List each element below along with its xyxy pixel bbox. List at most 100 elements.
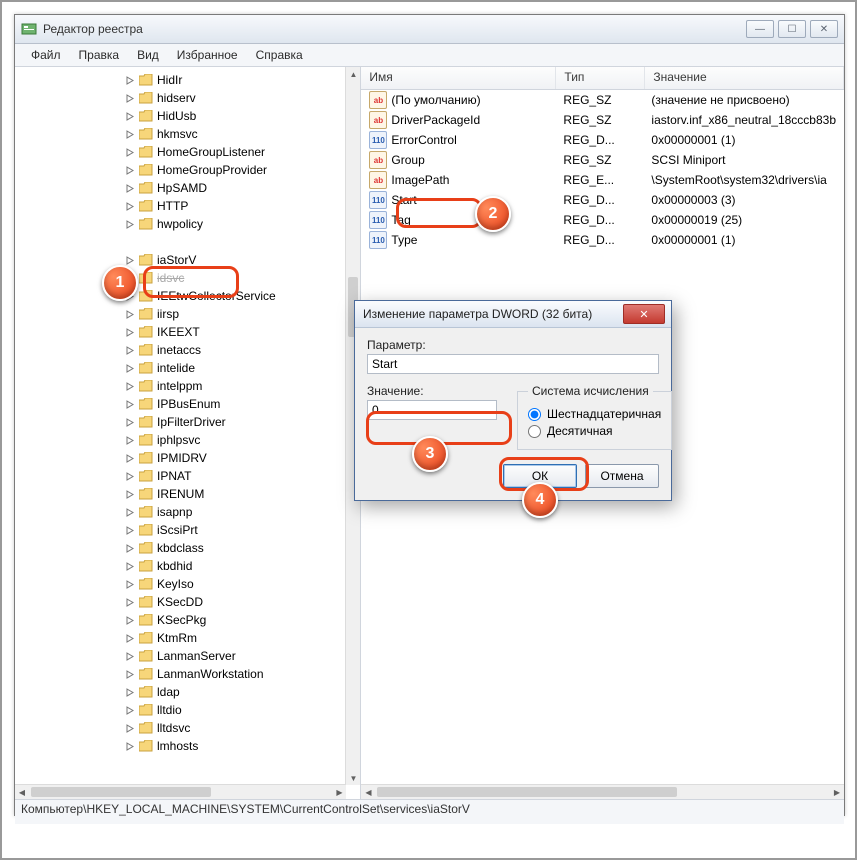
tree-item-homegrouplistener[interactable]: HomeGroupListener (39, 143, 346, 161)
expander-icon[interactable] (125, 201, 135, 211)
cancel-button[interactable]: Отмена (585, 464, 659, 488)
radix-hex-radio[interactable] (528, 408, 541, 421)
tree-item-intelide[interactable]: intelide (39, 359, 346, 377)
expander-icon[interactable] (125, 507, 135, 517)
tree-item-lltdsvc[interactable]: lltdsvc (39, 719, 346, 737)
tree-item-iphlpsvc[interactable]: iphlpsvc (39, 431, 346, 449)
expander-icon[interactable] (125, 255, 135, 265)
minimize-button[interactable]: — (746, 20, 774, 38)
radix-hex[interactable]: Шестнадцатеричная (528, 407, 661, 421)
menu-favorites[interactable]: Избранное (169, 46, 246, 64)
expander-icon[interactable] (125, 435, 135, 445)
tree-item-ieetwcollectorservice[interactable]: IEEtwCollectorService (39, 287, 346, 305)
expander-icon[interactable] (125, 669, 135, 679)
expander-icon[interactable] (125, 147, 135, 157)
tree-item-irenum[interactable]: IRENUM (39, 485, 346, 503)
expander-icon[interactable] (125, 723, 135, 733)
expander-icon[interactable] (125, 471, 135, 481)
expander-icon[interactable] (125, 525, 135, 535)
expander-icon[interactable] (125, 129, 135, 139)
list-row[interactable]: abDriverPackageIdREG_SZiastorv.inf_x86_n… (361, 110, 844, 130)
tree-item-ipmidrv[interactable]: IPMIDRV (39, 449, 346, 467)
value-input[interactable] (367, 400, 497, 420)
tree-item-ksecdd[interactable]: KSecDD (39, 593, 346, 611)
expander-icon[interactable] (125, 345, 135, 355)
menu-view[interactable]: Вид (129, 46, 167, 64)
list-row[interactable]: abImagePathREG_E...\SystemRoot\system32\… (361, 170, 844, 190)
tree-item-hidusb[interactable]: HidUsb (39, 107, 346, 125)
tree-item-ipfilterdriver[interactable]: IpFilterDriver (39, 413, 346, 431)
tree-item-homegroupprovider[interactable]: HomeGroupProvider (39, 161, 346, 179)
dialog-title-bar[interactable]: Изменение параметра DWORD (32 бита) ✕ (355, 301, 671, 328)
edit-dword-dialog[interactable]: Изменение параметра DWORD (32 бита) ✕ Па… (354, 300, 672, 501)
tree-item-ktmrm[interactable]: KtmRm (39, 629, 346, 647)
tree-item-lltdio[interactable]: lltdio (39, 701, 346, 719)
col-type[interactable]: Тип (556, 67, 645, 89)
tree-item-hpsamd[interactable]: HpSAMD (39, 179, 346, 197)
tree-item-inetaccs[interactable]: inetaccs (39, 341, 346, 359)
tree-item-lanmanserver[interactable]: LanmanServer (39, 647, 346, 665)
list-row[interactable]: 110TypeREG_D...0x00000001 (1) (361, 230, 844, 250)
expander-icon[interactable] (125, 651, 135, 661)
list-scrollbar-h[interactable]: ◀ ▶ (361, 784, 844, 799)
tree-item-kbdhid[interactable]: kbdhid (39, 557, 346, 575)
tree-item-keyiso[interactable]: KeyIso (39, 575, 346, 593)
tree-item-lmhosts[interactable]: lmhosts (39, 737, 346, 755)
expander-icon[interactable] (125, 381, 135, 391)
menu-edit[interactable]: Правка (71, 46, 128, 64)
expander-icon[interactable] (125, 741, 135, 751)
tree-item-ikeext[interactable]: IKEEXT (39, 323, 346, 341)
tree-item-kbdclass[interactable]: kbdclass (39, 539, 346, 557)
menu-file[interactable]: Файл (23, 46, 69, 64)
expander-icon[interactable] (125, 399, 135, 409)
tree-item-isapnp[interactable]: isapnp (39, 503, 346, 521)
tree-item-intelppm[interactable]: intelppm (39, 377, 346, 395)
tree-item-ipbusenum[interactable]: IPBusEnum (39, 395, 346, 413)
tree-item-hidir[interactable]: HidIr (39, 71, 346, 89)
tree-item-ipnat[interactable]: IPNAT (39, 467, 346, 485)
tree-item-hwpolicy[interactable]: hwpolicy (39, 215, 346, 233)
tree-item-http[interactable]: HTTP (39, 197, 346, 215)
expander-icon[interactable] (125, 453, 135, 463)
expander-icon[interactable] (125, 579, 135, 589)
expander-icon[interactable] (125, 633, 135, 643)
expander-icon[interactable] (125, 309, 135, 319)
expander-icon[interactable] (125, 561, 135, 571)
radix-dec[interactable]: Десятичная (528, 424, 661, 438)
expander-icon[interactable] (125, 543, 135, 553)
expander-icon[interactable] (125, 111, 135, 121)
tree-scrollbar-h[interactable]: ◀ ▶ (15, 784, 346, 799)
expander-icon[interactable] (125, 687, 135, 697)
expander-icon[interactable] (125, 615, 135, 625)
expander-icon[interactable] (125, 183, 135, 193)
list-row[interactable]: ab(По умолчанию)REG_SZ(значение не присв… (361, 90, 844, 110)
list-row[interactable]: abGroupREG_SZSCSI Miniport (361, 150, 844, 170)
list-header[interactable]: Имя Тип Значение (361, 67, 844, 90)
title-bar[interactable]: Редактор реестра — ☐ ✕ (15, 15, 844, 44)
menu-help[interactable]: Справка (248, 46, 311, 64)
tree-item-idsvc[interactable]: idsvc (39, 269, 346, 287)
tree-item-hkmsvc[interactable]: hkmsvc (39, 125, 346, 143)
list-row[interactable]: 110ErrorControlREG_D...0x00000001 (1) (361, 130, 844, 150)
tree-item-lanmanworkstation[interactable]: LanmanWorkstation (39, 665, 346, 683)
expander-icon[interactable] (125, 93, 135, 103)
expander-icon[interactable] (125, 165, 135, 175)
expander-icon[interactable] (125, 363, 135, 373)
expander-icon[interactable] (125, 705, 135, 715)
expander-icon[interactable] (125, 597, 135, 607)
expander-icon[interactable] (125, 75, 135, 85)
maximize-button[interactable]: ☐ (778, 20, 806, 38)
expander-icon[interactable] (125, 417, 135, 427)
radix-dec-radio[interactable] (528, 425, 541, 438)
tree-item-hidserv[interactable]: hidserv (39, 89, 346, 107)
expander-icon[interactable] (125, 219, 135, 229)
tree-item-iscsiprt[interactable]: iScsiPrt (39, 521, 346, 539)
tree-item-iirsp[interactable]: iirsp (39, 305, 346, 323)
close-button[interactable]: ✕ (810, 20, 838, 38)
tree-item-iastorv[interactable]: iaStorV (39, 251, 346, 269)
list-row[interactable]: 110TagREG_D...0x00000019 (25) (361, 210, 844, 230)
dialog-close-button[interactable]: ✕ (623, 304, 665, 324)
expander-icon[interactable] (125, 327, 135, 337)
tree-item-ldap[interactable]: ldap (39, 683, 346, 701)
col-value[interactable]: Значение (645, 67, 844, 89)
